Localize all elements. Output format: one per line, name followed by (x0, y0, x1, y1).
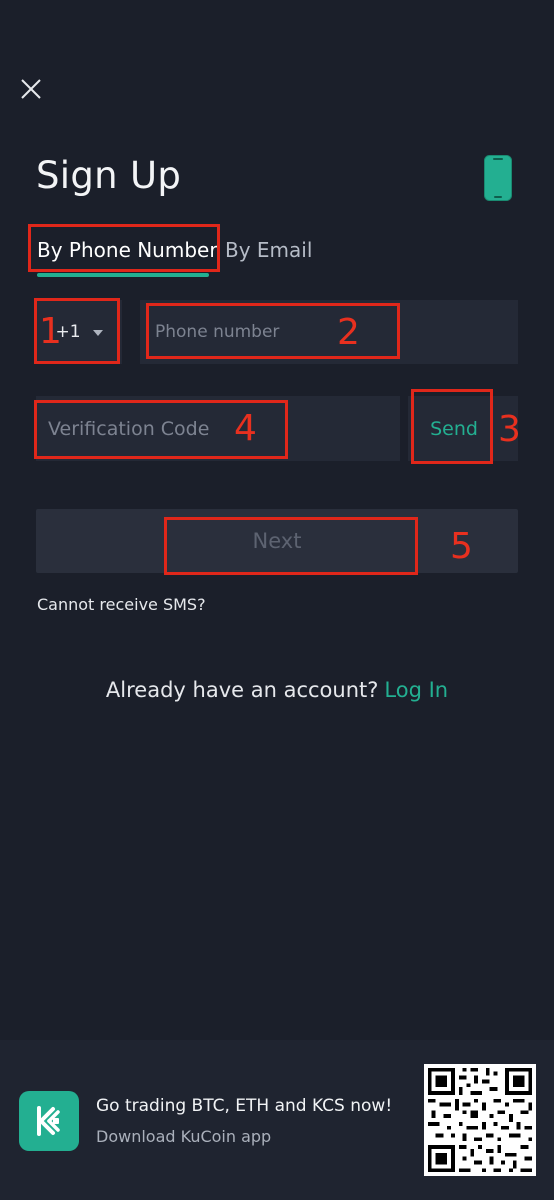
phone-number-container (140, 300, 518, 364)
next-button[interactable]: Next (36, 509, 518, 573)
close-icon (21, 79, 41, 99)
annotation-number-5: 5 (450, 526, 473, 567)
promo-subtitle: Download KuCoin app (96, 1127, 272, 1146)
annotation-number-3: 3 (498, 409, 521, 450)
promo-title: Go trading BTC, ETH and KCS now! (96, 1096, 393, 1116)
tab-phone-number[interactable]: By Phone Number (37, 238, 218, 262)
tab-email[interactable]: By Email (225, 238, 312, 262)
send-divider (400, 396, 408, 461)
annotation-number-4: 4 (234, 408, 257, 449)
page-title: Sign Up (36, 154, 182, 197)
phone-icon (484, 155, 512, 201)
chevron-down-icon (92, 330, 103, 336)
annotation-number-1: 1 (39, 311, 62, 352)
annotation-number-2: 2 (337, 312, 360, 353)
phone-number-input[interactable] (140, 300, 518, 364)
login-prompt-text: Already have an account? (105, 678, 379, 702)
close-button[interactable] (14, 72, 48, 106)
login-link[interactable]: Log In (384, 678, 448, 702)
cannot-receive-sms-link[interactable]: Cannot receive SMS? (37, 595, 206, 614)
qr-code-icon (424, 1064, 536, 1176)
send-code-button[interactable]: Send (414, 396, 494, 461)
login-prompt: Already have an account? Log In (0, 678, 554, 702)
active-tab-indicator (37, 273, 209, 277)
kucoin-logo-icon (19, 1091, 79, 1151)
